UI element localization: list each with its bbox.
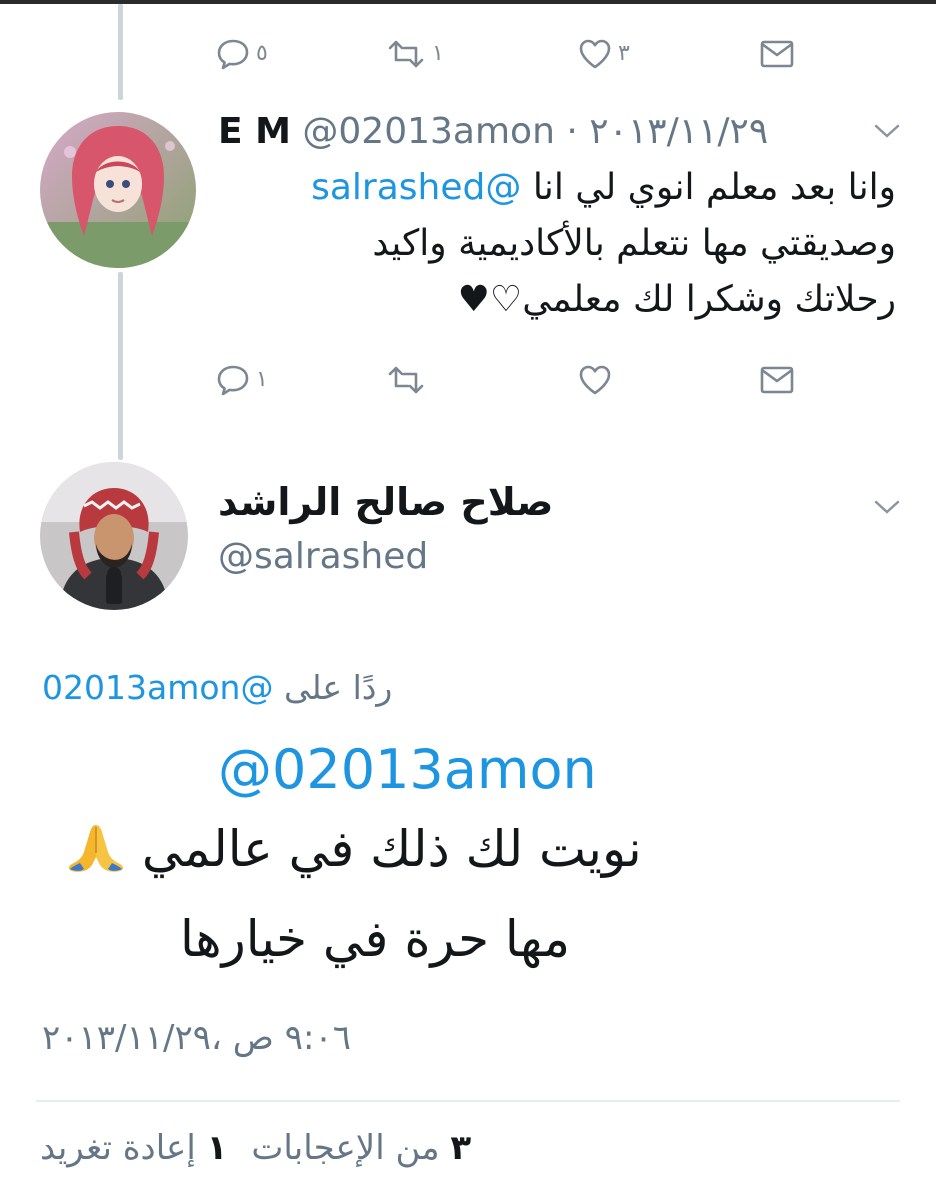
- mention-link[interactable]: @02013amon: [218, 738, 597, 801]
- tweet-text-line: وانا بعد معلم انوي لي انا @salrashed: [200, 160, 896, 216]
- chevron-down-icon: [874, 124, 900, 138]
- message-icon: [760, 366, 794, 394]
- tweet-actions: ١: [200, 360, 800, 400]
- retweets-count: ١: [206, 1128, 228, 1168]
- tweet-header: E M @02013amon · ٢٠١٣/١١/٢٩: [218, 106, 838, 158]
- like-icon: [579, 39, 611, 69]
- profile-photo-image: [40, 462, 188, 610]
- likes-count: ٣: [450, 1128, 472, 1168]
- like-icon: [579, 365, 611, 395]
- tweet-text-line: رحلاتك وشكرا لك معلمي♡♥: [457, 279, 896, 320]
- reply-icon: [217, 39, 249, 70]
- tweet-text-line: وصديقتي مها نتعلم بالأكاديمية واكيد: [372, 223, 896, 264]
- like-button[interactable]: [578, 360, 612, 400]
- retweets-label: إعادة تغريد: [40, 1128, 196, 1168]
- author-handle[interactable]: @02013amon: [302, 111, 555, 152]
- author-handle[interactable]: @salrashed: [218, 536, 428, 577]
- tweet-date[interactable]: ٢٠١٣/١١/٢٩: [589, 111, 768, 152]
- reply-button[interactable]: ١: [216, 360, 268, 400]
- retweet-button[interactable]: [386, 360, 426, 400]
- replying-to: ردًا على @02013amon: [42, 668, 392, 707]
- anime-avatar-image: [40, 112, 196, 268]
- mention-link[interactable]: @salrashed: [311, 167, 521, 208]
- tweet-timestamp[interactable]: ٩:٠٦ ص ،٢٠١٣/١١/٢٩: [42, 1018, 351, 1058]
- pray-emoji-icon: [66, 821, 126, 885]
- chevron-down-icon: [874, 500, 900, 514]
- retweet-icon: [388, 366, 424, 394]
- avatar-salrashed[interactable]: [40, 462, 188, 610]
- top-divider: [0, 0, 936, 4]
- separator-dot: ·: [566, 111, 578, 152]
- tweet-text-line: مها حرة في خيارها: [180, 910, 570, 968]
- tweet-text-line: نويت لك ذلك في عالمي: [56, 820, 642, 885]
- like-count: ٣: [618, 41, 630, 66]
- reply-icon: [217, 365, 249, 396]
- tweet-menu-button[interactable]: [872, 496, 902, 522]
- author-name[interactable]: صلاح صالح الراشد: [218, 480, 553, 524]
- replying-to-handle[interactable]: @02013amon: [42, 668, 273, 707]
- avatar-em[interactable]: [40, 112, 196, 268]
- thread-line: [118, 4, 123, 100]
- retweet-count: ١: [432, 41, 444, 66]
- retweets-stat[interactable]: ١ إعادة تغريد: [40, 1128, 227, 1168]
- tweet-text: وانا بعد معلم انوي لي انا @salrashed وصد…: [200, 160, 896, 328]
- message-icon: [760, 40, 794, 68]
- retweet-button[interactable]: ١: [386, 34, 444, 74]
- like-button[interactable]: ٣: [578, 34, 630, 74]
- retweet-icon: [388, 40, 424, 68]
- likes-stat[interactable]: ٣ من الإعجابات: [251, 1128, 471, 1168]
- tweet-stats: ٣ من الإعجابات ١ إعادة تغريد: [40, 1128, 471, 1168]
- reply-count: ٥: [256, 41, 268, 66]
- author-name[interactable]: E M: [218, 111, 291, 152]
- tweet-actions: ٥ ١ ٣: [200, 34, 800, 74]
- direct-message-button[interactable]: [760, 34, 794, 74]
- tweet-menu-button[interactable]: [872, 120, 902, 146]
- reply-count: ١: [256, 367, 268, 392]
- thread-line: [118, 272, 123, 460]
- tweet-text-span: نويت لك ذلك في عالمي: [141, 820, 642, 878]
- replying-to-label: ردًا على: [283, 668, 393, 707]
- direct-message-button[interactable]: [760, 360, 794, 400]
- reply-button[interactable]: ٥: [216, 34, 268, 74]
- likes-label: من الإعجابات: [251, 1128, 440, 1168]
- divider: [36, 1100, 900, 1102]
- tweet-text-span: وانا بعد معلم انوي لي انا: [532, 167, 896, 208]
